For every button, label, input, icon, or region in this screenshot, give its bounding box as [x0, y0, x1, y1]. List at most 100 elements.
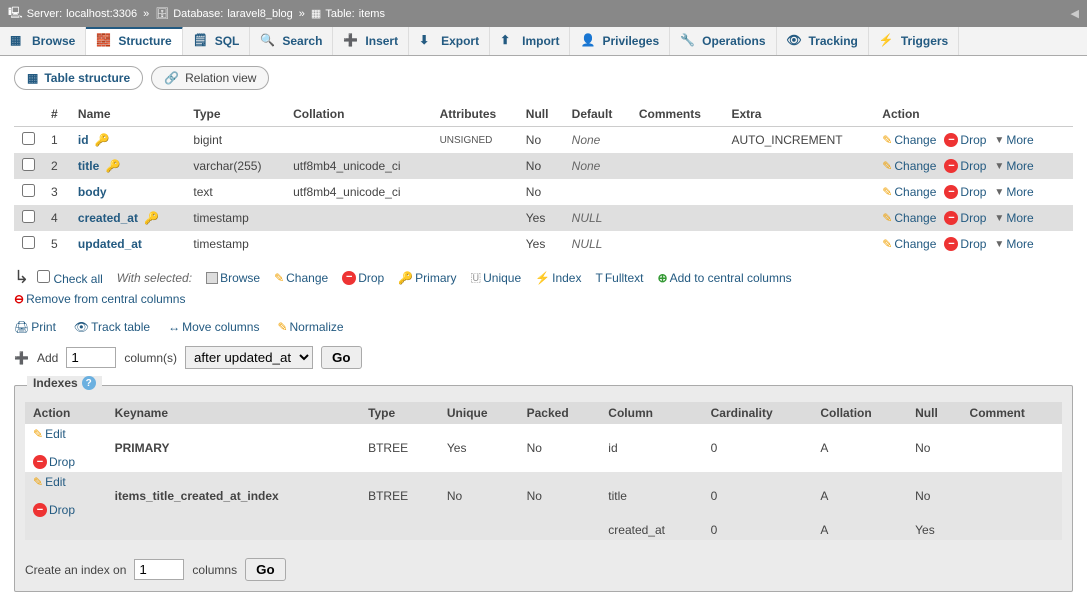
move-link[interactable]: ↔ Move columns: [168, 320, 259, 334]
arrow-up-icon: ↳: [14, 267, 29, 288]
tab-triggers[interactable]: ⚡Triggers: [869, 27, 959, 55]
add-label: Add: [37, 351, 58, 365]
drop-link[interactable]: − Drop: [944, 133, 986, 147]
remove-central[interactable]: ⊖ Remove from central columns: [14, 292, 1073, 306]
operations-icon: 🔧: [680, 33, 696, 49]
server-link[interactable]: localhost:3306: [66, 8, 137, 20]
change-link[interactable]: ✎ Change: [882, 133, 936, 147]
subtab-relation-view[interactable]: 🔗Relation view: [151, 66, 269, 90]
collapse-icon[interactable]: ◀: [1071, 7, 1079, 20]
tab-tracking[interactable]: 👁Tracking: [777, 27, 869, 55]
create-idx-count[interactable]: [134, 559, 184, 580]
add-central[interactable]: ⊕ Add to central columns: [658, 271, 792, 285]
row-checkbox[interactable]: [22, 132, 35, 145]
idx-drop[interactable]: − Drop: [33, 455, 99, 469]
add-go-button[interactable]: Go: [321, 346, 362, 369]
search-icon: 🔍: [260, 33, 276, 49]
structure-icon: 🧱: [96, 33, 112, 49]
column-name-link[interactable]: created_at: [78, 211, 138, 225]
print-link[interactable]: 🖨 Print: [14, 320, 56, 334]
bulk-primary[interactable]: 🔑 Primary: [398, 271, 456, 285]
drop-icon: −: [944, 133, 958, 147]
more-link[interactable]: ▼ More: [994, 185, 1033, 199]
column-name-link[interactable]: id: [78, 133, 89, 147]
idx-edit[interactable]: ✎ Edit: [33, 427, 99, 441]
table-row: 3body textutf8mb4_unicode_ciNo✎ Change− …: [14, 179, 1073, 205]
idx-edit[interactable]: ✎ Edit: [33, 475, 99, 489]
more-link[interactable]: ▼ More: [994, 133, 1033, 147]
privileges-icon: 👤: [580, 33, 596, 49]
bulk-fulltext[interactable]: T Fulltext: [595, 271, 643, 285]
help-icon[interactable]: ?: [82, 376, 96, 390]
caret-down-icon: ▼: [994, 239, 1004, 250]
index-row: ✎ Edit − Dropitems_title_created_at_inde…: [25, 472, 1062, 520]
more-link[interactable]: ▼ More: [994, 237, 1033, 251]
tab-browse[interactable]: ▦Browse: [0, 27, 86, 55]
drop-link[interactable]: − Drop: [944, 185, 986, 199]
tab-insert[interactable]: ➕Insert: [333, 27, 409, 55]
change-link[interactable]: ✎ Change: [882, 159, 936, 173]
idx-drop[interactable]: − Drop: [33, 503, 99, 517]
table-link[interactable]: items: [359, 8, 385, 20]
index-row: created_at0AYes: [25, 520, 1062, 540]
column-name-link[interactable]: body: [78, 185, 107, 199]
create-idx-go[interactable]: Go: [245, 558, 286, 581]
normalize-link[interactable]: ✎ Normalize: [277, 320, 343, 334]
primary-key-icon: 🔑: [95, 133, 110, 147]
more-link[interactable]: ▼ More: [994, 211, 1033, 225]
drop-link[interactable]: − Drop: [944, 237, 986, 251]
db-label: Database:: [173, 8, 223, 20]
cols-label: column(s): [124, 351, 177, 365]
bulk-index[interactable]: ⚡ Index: [535, 271, 581, 285]
row-checkbox[interactable]: [22, 210, 35, 223]
column-name-link[interactable]: updated_at: [78, 237, 142, 251]
tab-structure[interactable]: 🧱Structure: [86, 26, 182, 55]
drop-link[interactable]: − Drop: [944, 159, 986, 173]
bulk-unique[interactable]: 🇺 Unique: [471, 270, 522, 285]
drop-icon: −: [944, 185, 958, 199]
row-checkbox[interactable]: [22, 184, 35, 197]
server-label: Server:: [27, 8, 62, 20]
row-checkbox[interactable]: [22, 236, 35, 249]
index-icon: ⚡: [535, 271, 550, 285]
plus-icon: ⊕: [658, 271, 668, 285]
col-null: Null: [518, 102, 564, 127]
table-row: 5updated_at timestampYesNULL✎ Change− Dr…: [14, 231, 1073, 257]
col-name: Name: [70, 102, 186, 127]
tab-operations[interactable]: 🔧Operations: [670, 27, 776, 55]
column-name-link[interactable]: title: [78, 159, 99, 173]
browse-icon: [206, 272, 218, 284]
change-link[interactable]: ✎ Change: [882, 211, 936, 225]
more-link[interactable]: ▼ More: [994, 159, 1033, 173]
col-comments: Comments: [631, 102, 724, 127]
bulk-drop[interactable]: − Drop: [342, 271, 384, 285]
minus-icon: ⊖: [14, 292, 24, 306]
caret-down-icon: ▼: [994, 213, 1004, 224]
server-icon: 🖳: [8, 4, 23, 23]
row-checkbox[interactable]: [22, 158, 35, 171]
export-icon: ⬇: [419, 33, 435, 49]
add-count-input[interactable]: [66, 347, 116, 368]
change-link[interactable]: ✎ Change: [882, 237, 936, 251]
relation-icon: 🔗: [164, 71, 179, 85]
bulk-browse[interactable]: Browse: [206, 271, 260, 285]
db-link[interactable]: laravel8_blog: [227, 8, 292, 20]
pencil-icon: ✎: [882, 133, 892, 147]
tab-export[interactable]: ⬇Export: [409, 27, 490, 55]
change-link[interactable]: ✎ Change: [882, 185, 936, 199]
index-row: ✎ Edit − DropPRIMARYBTREEYesNoid0ANo: [25, 424, 1062, 472]
drop-link[interactable]: − Drop: [944, 211, 986, 225]
table-row: 2title 🔑varchar(255)utf8mb4_unicode_ciNo…: [14, 153, 1073, 179]
col-num: #: [43, 102, 70, 127]
track-link[interactable]: 👁 Track table: [74, 320, 150, 334]
check-all[interactable]: Check all: [37, 270, 103, 286]
tab-sql[interactable]: 🗒SQL: [183, 27, 251, 55]
tab-privileges[interactable]: 👤Privileges: [570, 27, 670, 55]
tab-import[interactable]: ⬆Import: [490, 27, 570, 55]
subtab-table-structure[interactable]: ▦Table structure: [14, 66, 143, 90]
bulk-change[interactable]: ✎ Change: [274, 271, 328, 285]
add-position-select[interactable]: after updated_at: [185, 346, 313, 369]
tab-search[interactable]: 🔍Search: [250, 27, 333, 55]
caret-down-icon: ▼: [994, 187, 1004, 198]
table-row: 1id 🔑bigintUNSIGNEDNoNoneAUTO_INCREMENT✎…: [14, 127, 1073, 154]
